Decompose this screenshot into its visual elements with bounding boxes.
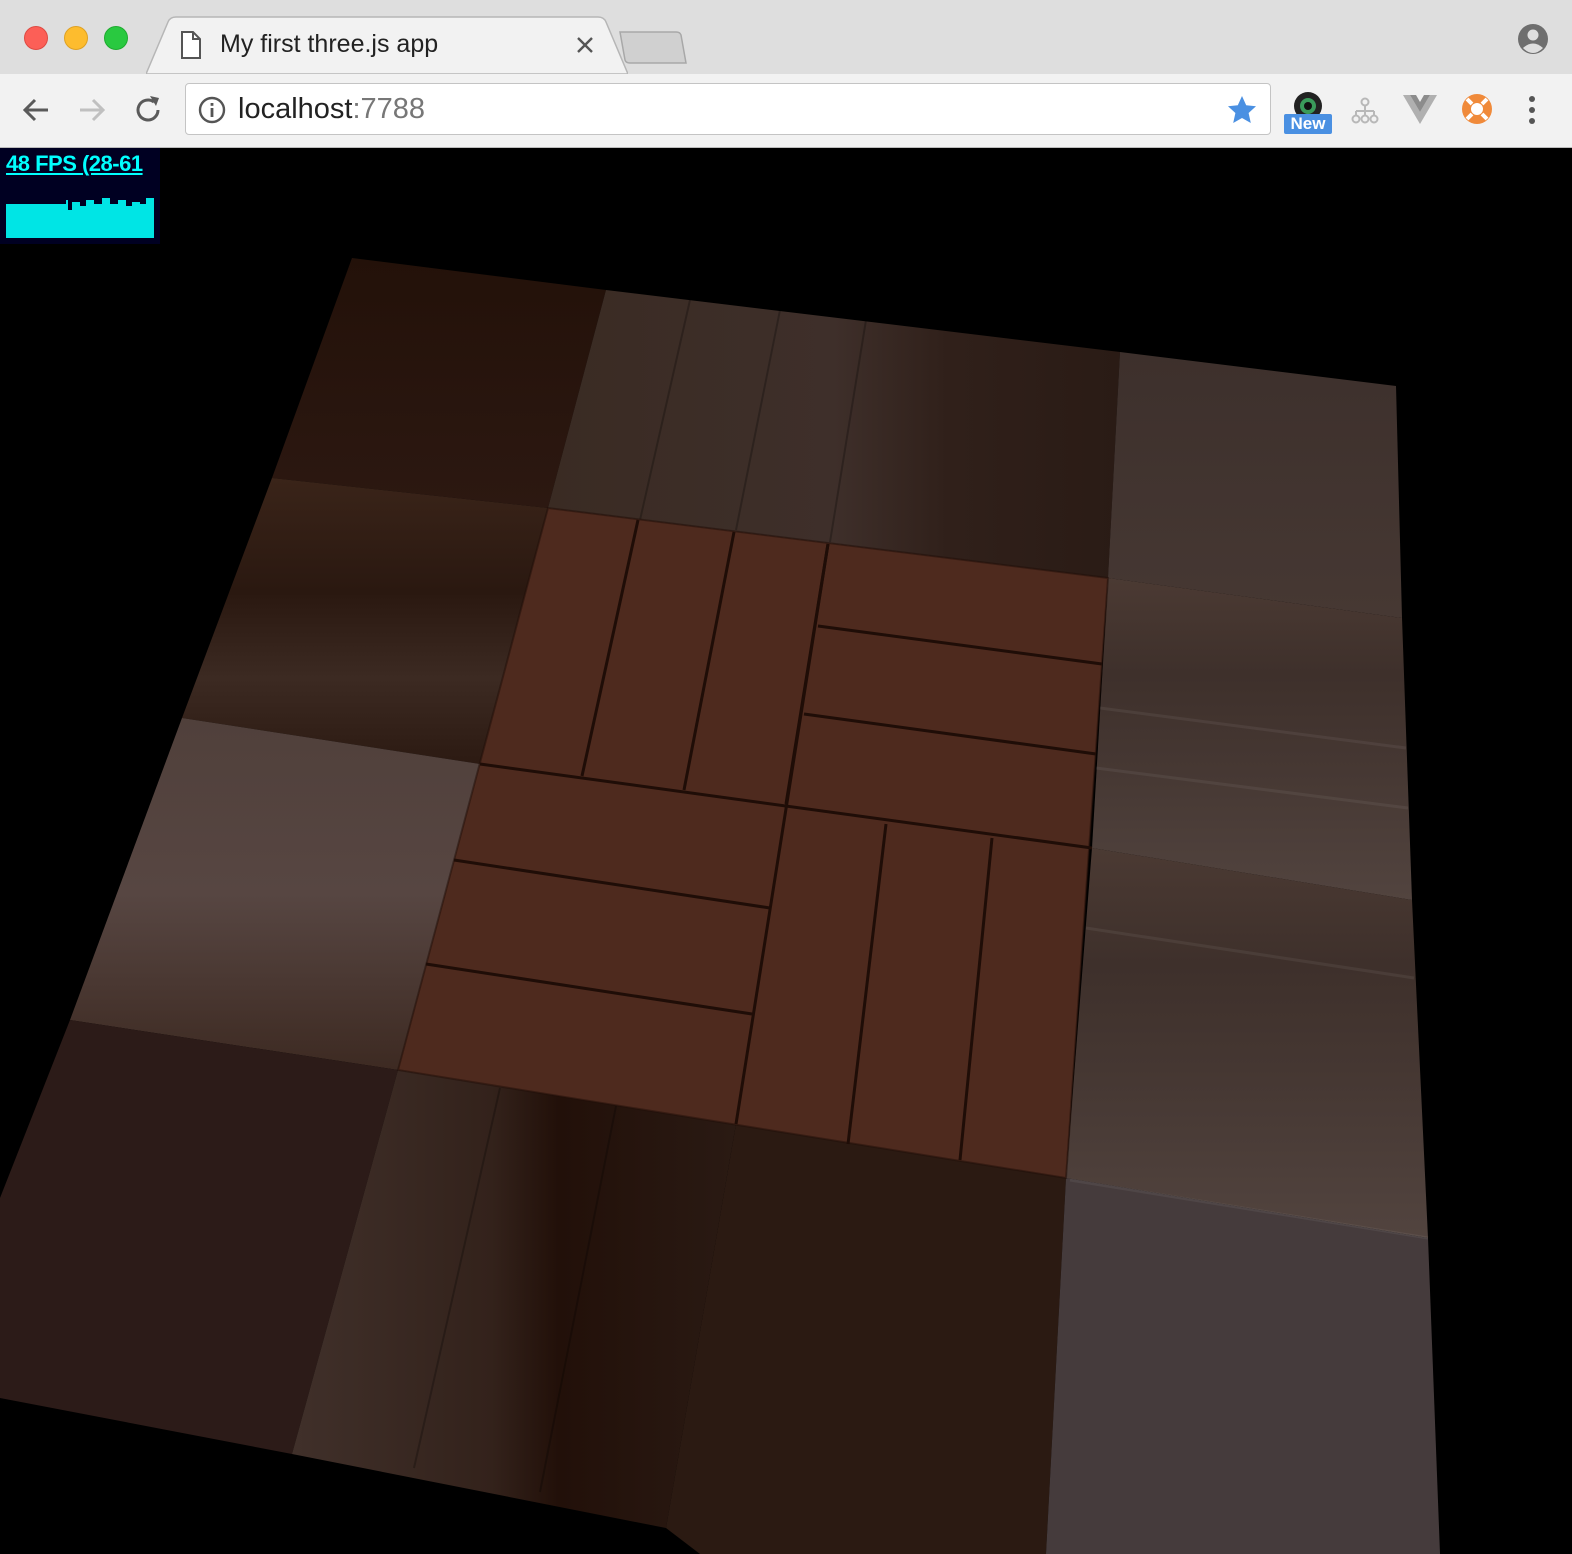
rendered-floor-scene — [0, 258, 1440, 1554]
lifebuoy-extension-icon[interactable] — [1460, 92, 1494, 126]
fps-readout: 48 FPS (28-61 — [6, 151, 143, 176]
tab-strip: My first three.js app — [0, 0, 1572, 74]
info-icon[interactable] — [198, 96, 226, 124]
close-icon[interactable] — [574, 34, 596, 56]
url-host: localhost — [238, 93, 353, 125]
address-bar[interactable]: localhost:7788 — [185, 83, 1271, 135]
vue-extension-icon[interactable] — [1402, 94, 1438, 126]
zoom-window-button[interactable] — [104, 26, 128, 50]
new-badge: New — [1284, 114, 1332, 134]
camera-extension[interactable]: New — [1284, 90, 1332, 136]
browser-window: My first three.js app localhost:7788 New… — [0, 0, 1572, 1554]
toolbar: localhost:7788 New — [0, 74, 1572, 148]
url-text: localhost:7788 — [238, 93, 425, 126]
fps-stats-panel[interactable]: 48 FPS (28-61 — [0, 148, 160, 244]
back-arrow-icon[interactable] — [18, 92, 54, 128]
menu-dots-icon[interactable] — [1522, 94, 1542, 126]
tab-title: My first three.js app — [220, 30, 439, 58]
sitemap-extension-icon[interactable] — [1350, 96, 1380, 126]
reload-icon[interactable] — [130, 92, 166, 128]
minimize-window-button[interactable] — [64, 26, 88, 50]
close-window-button[interactable] — [24, 26, 48, 50]
tab-active[interactable]: My first three.js app — [146, 16, 628, 74]
profile-icon[interactable] — [1516, 22, 1550, 56]
webgl-canvas[interactable]: 48 FPS (28-61 — [0, 148, 1572, 1554]
new-tab-button[interactable] — [618, 30, 688, 66]
star-icon[interactable] — [1226, 94, 1258, 126]
forward-arrow-icon[interactable] — [74, 92, 110, 128]
page-icon — [181, 31, 201, 59]
url-port: :7788 — [352, 93, 426, 125]
fps-graph — [6, 180, 154, 238]
